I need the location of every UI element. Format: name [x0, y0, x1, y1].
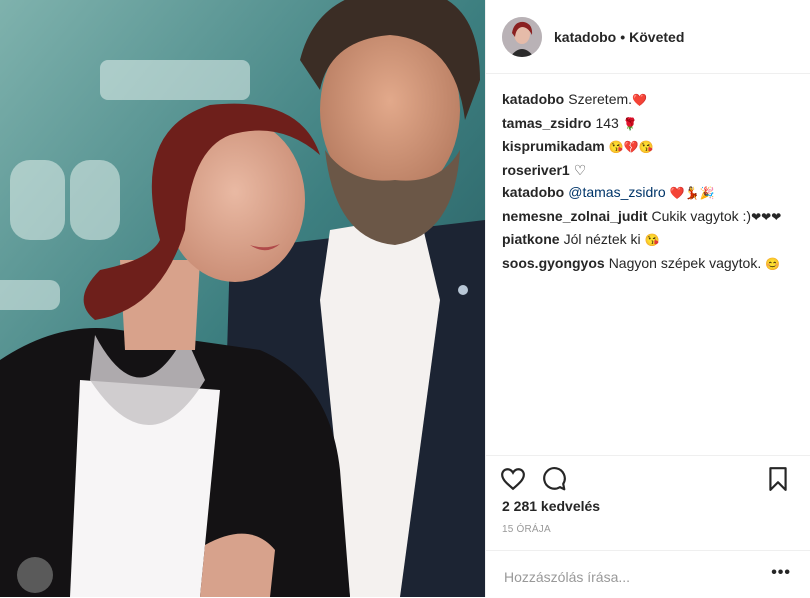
- comment-username[interactable]: piatkone: [502, 231, 560, 247]
- comment-username[interactable]: nemesne_zolnai_judit: [502, 208, 647, 224]
- post-timestamp[interactable]: 15 ÓRÁJA: [502, 524, 551, 535]
- comment-text: Szeretem.: [568, 91, 633, 107]
- comment-box: •••: [486, 550, 810, 598]
- comment-username[interactable]: roseriver1: [502, 162, 570, 178]
- comment-item: roseriver1 ♡: [502, 159, 802, 182]
- comment-text: Jól néztek ki: [563, 231, 641, 247]
- post-photo[interactable]: [0, 0, 485, 597]
- comment-emoji: ♡: [573, 161, 587, 178]
- post-actions: 2 281 kedvelés 15 ÓRÁJA •••: [486, 455, 810, 597]
- more-options-button[interactable]: •••: [771, 565, 791, 581]
- comment-username[interactable]: katadobo: [502, 184, 564, 200]
- comment-emoji: 😘: [644, 233, 660, 247]
- likes-count[interactable]: 2 281 kedvelés: [502, 498, 600, 514]
- comment-emoji: ❤❤❤: [751, 209, 782, 224]
- comment-icon: [543, 467, 566, 491]
- comment-mention[interactable]: @tamas_zsidro: [568, 184, 665, 200]
- comment-item: piatkone Jól néztek ki 😘: [502, 228, 802, 252]
- comment-item: nemesne_zolnai_judit Cukik vagytok :)❤❤❤: [502, 205, 802, 229]
- comment-emoji: 😊: [765, 256, 781, 271]
- save-button[interactable]: [766, 466, 790, 497]
- username-link[interactable]: katadobo: [554, 29, 616, 45]
- comment-username[interactable]: kisprumikadam: [502, 138, 605, 154]
- comment-emoji: ❤️💃🎉: [669, 186, 715, 200]
- comment-emoji: ❤️: [632, 93, 647, 107]
- comment-input[interactable]: [502, 565, 766, 589]
- heart-icon: [501, 468, 525, 491]
- comment-item: kisprumikadam 😘💔😘: [502, 135, 802, 159]
- comment-item: katadobo @tamas_zsidro ❤️💃🎉: [502, 181, 802, 205]
- avatar[interactable]: [502, 17, 542, 57]
- comment-emoji: 😘💔😘: [608, 140, 654, 154]
- comment-username[interactable]: soos.gyongyos: [502, 255, 605, 271]
- comment-item: soos.gyongyos Nagyon szépek vagytok. 😊: [502, 252, 802, 276]
- post-side-panel: katadobo • Követed katadobo Szeretem.❤️ tam…: [485, 0, 810, 597]
- photo-image: [0, 0, 485, 597]
- comment-text: 143: [595, 114, 619, 131]
- comments-list: katadobo Szeretem.❤️ tamas_zsidro 143 🌹 ki…: [502, 88, 802, 275]
- header-text: katadobo • Követed: [554, 29, 684, 45]
- comment-username[interactable]: tamas_zsidro: [502, 115, 591, 131]
- bookmark-icon: [769, 467, 787, 491]
- comment-username[interactable]: katadobo: [502, 91, 564, 107]
- separator-dot: •: [620, 29, 626, 45]
- comment-emoji: 🌹: [622, 116, 638, 131]
- follow-status[interactable]: Követed: [629, 29, 684, 45]
- comment-button[interactable]: [541, 466, 567, 497]
- comment-item: katadobo Szeretem.❤️: [502, 88, 802, 112]
- comment-text: Cukik vagytok :): [651, 207, 752, 224]
- comment-item: tamas_zsidro 143 🌹: [502, 112, 802, 136]
- post-header: katadobo • Követed: [486, 0, 810, 74]
- like-button[interactable]: [500, 466, 526, 497]
- comment-text: Nagyon szépek vagytok.: [608, 254, 762, 271]
